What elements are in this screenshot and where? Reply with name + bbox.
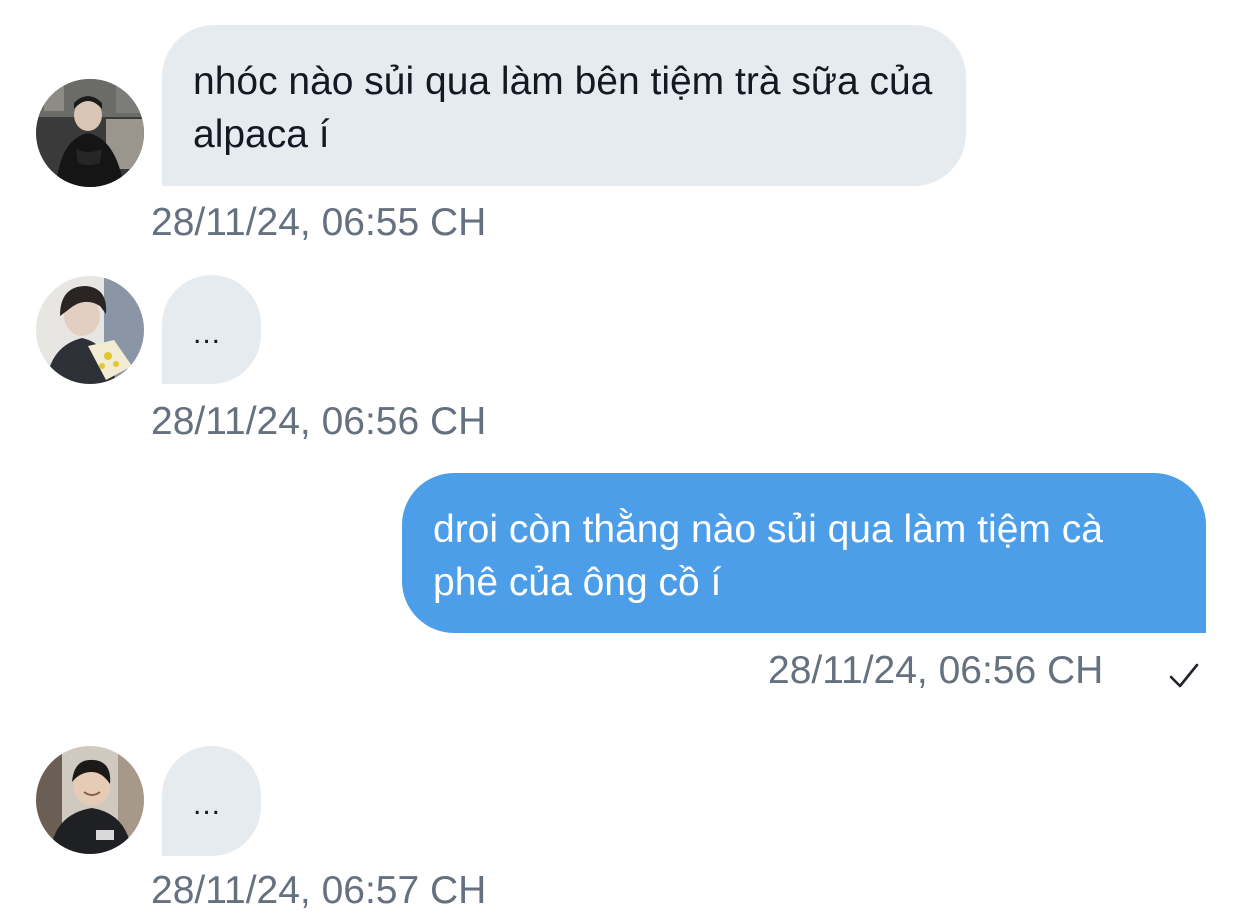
avatar-user-2-icon bbox=[36, 276, 144, 384]
sender-avatar[interactable] bbox=[36, 276, 144, 384]
message-timestamp: 28/11/24, 06:56 CH bbox=[151, 400, 487, 443]
message-text: ... bbox=[193, 788, 222, 821]
message-text: droi còn thằng nào sủi qua làm tiệm cà p… bbox=[433, 508, 1103, 604]
message-timestamp: 28/11/24, 06:55 CH bbox=[151, 201, 487, 244]
message-bubble-outgoing[interactable]: droi còn thằng nào sủi qua làm tiệm cà p… bbox=[402, 473, 1206, 633]
sender-avatar[interactable] bbox=[36, 746, 144, 854]
sender-avatar[interactable] bbox=[36, 79, 144, 187]
check-icon bbox=[1169, 663, 1199, 688]
avatar-user-3-icon bbox=[36, 746, 144, 854]
message-timestamp: 28/11/24, 06:56 CH bbox=[768, 649, 1104, 692]
message-text: nhóc nào sủi qua làm bên tiệm trà sữa củ… bbox=[193, 60, 933, 156]
message-bubble[interactable]: ... bbox=[162, 275, 261, 384]
avatar-user-1-icon bbox=[36, 79, 144, 187]
message-bubble[interactable]: ... bbox=[162, 746, 261, 856]
message-timestamp: 28/11/24, 06:57 CH bbox=[151, 869, 487, 912]
message-text: ... bbox=[193, 317, 222, 350]
message-bubble[interactable]: nhóc nào sủi qua làm bên tiệm trà sữa củ… bbox=[162, 25, 966, 186]
